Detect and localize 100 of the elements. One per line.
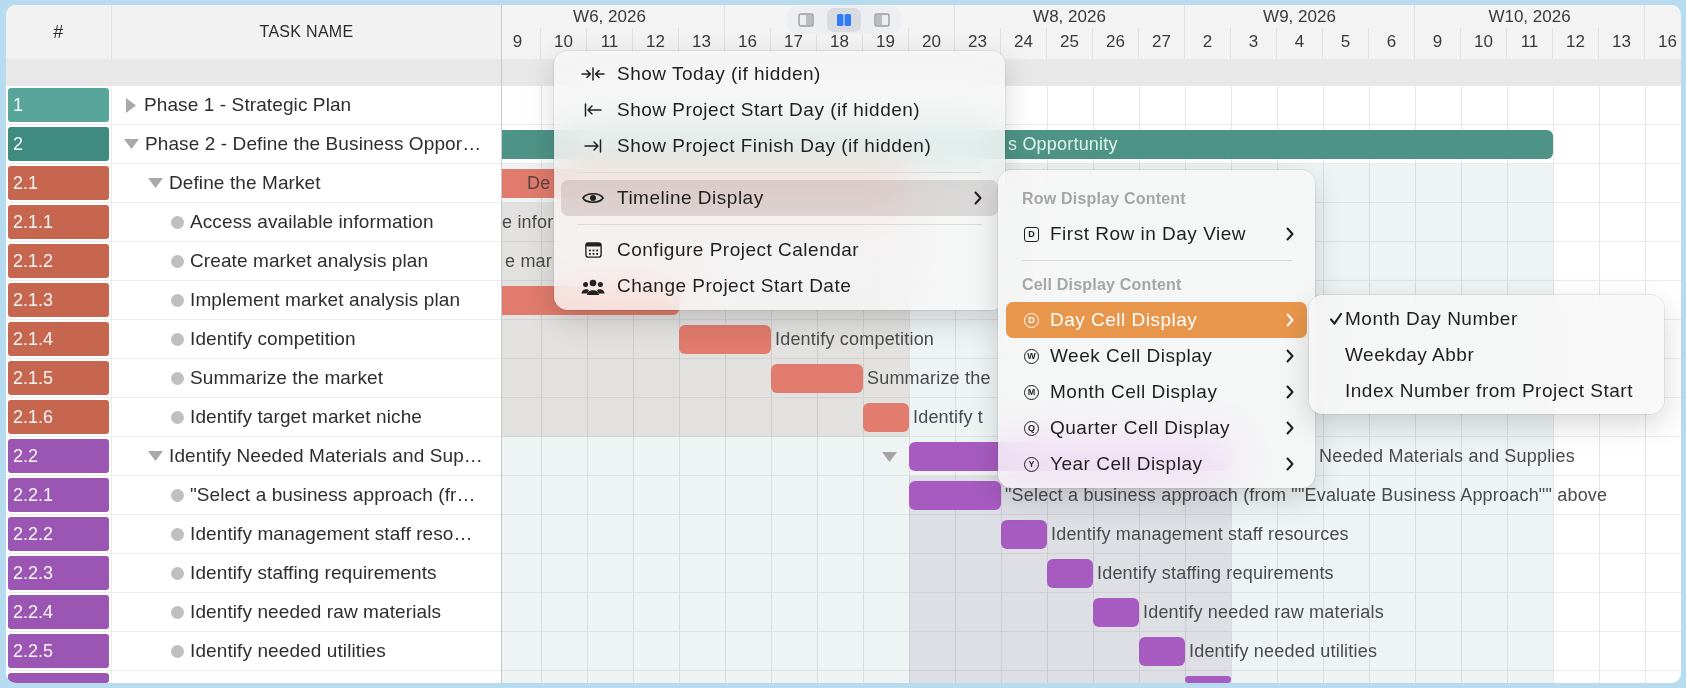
task-name[interactable]: Identify staffing requirements bbox=[190, 562, 437, 584]
menu-item[interactable]: Timeline Display bbox=[561, 180, 998, 216]
task-name[interactable]: Summarize the market bbox=[190, 367, 384, 389]
week-label: W10, 2026 bbox=[1488, 7, 1571, 26]
task-bar-label: Summarize the bbox=[867, 367, 991, 389]
task-number: 2.2 bbox=[8, 439, 109, 473]
chevron-right-icon bbox=[1286, 457, 1294, 471]
task-bar-label: e infor bbox=[502, 211, 554, 233]
task-name[interactable]: Phase 2 - Define the Business Oppor… bbox=[145, 133, 482, 155]
day-label: 24 bbox=[1014, 34, 1033, 50]
bullet-dot-icon bbox=[171, 332, 184, 346]
bullet-dot-icon bbox=[171, 254, 184, 268]
task-bar-label: s Opportunity bbox=[1008, 133, 1118, 155]
disclosure-triangle-icon[interactable] bbox=[882, 452, 897, 462]
menu-item[interactable]: Show Today (if hidden) bbox=[561, 56, 998, 92]
arrow-right-to-bar-icon bbox=[584, 139, 602, 153]
day-label: 13 bbox=[692, 34, 711, 50]
menu-item[interactable]: Change Project Start Date bbox=[561, 268, 998, 304]
bullet-dot-icon bbox=[171, 566, 184, 580]
day-label: 19 bbox=[876, 34, 895, 50]
day-label: 18 bbox=[830, 34, 849, 50]
chevron-right-icon bbox=[1286, 227, 1294, 241]
disclosure-triangle-icon[interactable] bbox=[148, 451, 163, 461]
day-label: 11 bbox=[600, 34, 619, 50]
day-label: 9 bbox=[512, 34, 523, 50]
disclosure-triangle-icon[interactable] bbox=[124, 139, 139, 149]
column-header[interactable]: TASK NAME bbox=[259, 23, 354, 41]
task-bar-label: Identify t bbox=[913, 406, 984, 428]
menu-item[interactable]: D First Row in Day View bbox=[1006, 216, 1307, 252]
task-bar-label: Identify needed utilities bbox=[1189, 640, 1378, 662]
task-number: 2.1.5 bbox=[8, 361, 109, 395]
task-number: 2.2.1 bbox=[8, 478, 109, 512]
task-name[interactable]: Identify needed raw materials bbox=[190, 601, 442, 623]
arrows-to-line-icon bbox=[581, 67, 605, 81]
menu-item[interactable]: W Week Cell Display bbox=[1006, 338, 1307, 374]
menu-item[interactable]: Show Project Start Day (if hidden) bbox=[561, 92, 998, 128]
day-label: 12 bbox=[646, 34, 665, 50]
task-number: 2.1.2 bbox=[8, 244, 109, 278]
task-name[interactable]: Identify needed utilities bbox=[190, 640, 386, 662]
menu-item[interactable]: Index Number from Project Start bbox=[1317, 373, 1656, 409]
task-bar-label: e mar bbox=[505, 250, 552, 272]
menu-item[interactable]: M Month Cell Display bbox=[1006, 374, 1307, 410]
arrow-left-to-bar-icon bbox=[584, 103, 602, 117]
task-name[interactable]: Identify target market niche bbox=[190, 406, 422, 428]
task-name[interactable]: Define the Market bbox=[169, 172, 321, 194]
day-label: 4 bbox=[1294, 34, 1305, 50]
bullet-dot-icon bbox=[171, 605, 184, 619]
menu-item[interactable]: Show Project Finish Day (if hidden) bbox=[561, 128, 998, 164]
bullet-dot-icon bbox=[171, 527, 184, 541]
chevron-right-icon bbox=[1286, 421, 1294, 435]
day-label: 12 bbox=[1566, 34, 1585, 50]
right-half-shaded-panel-icon bbox=[798, 13, 814, 27]
bullet-dot-icon bbox=[171, 293, 184, 307]
column-header[interactable]: # bbox=[53, 21, 64, 43]
day-label: 3 bbox=[1248, 34, 1259, 50]
bullet-dot-icon bbox=[171, 371, 184, 385]
menu-item[interactable]: Q Quarter Cell Display bbox=[1006, 410, 1307, 446]
task-name[interactable]: Access available information bbox=[190, 211, 434, 233]
task-bar-label: Needed Materials and Supplies bbox=[1319, 445, 1575, 467]
disclosure-triangle-icon[interactable] bbox=[148, 178, 163, 188]
left-half-shaded-panel-icon bbox=[874, 13, 890, 27]
task-number: 2.1.6 bbox=[8, 400, 109, 434]
day-label: 6 bbox=[1386, 34, 1397, 50]
menu-item[interactable]: Weekday Abbr bbox=[1317, 337, 1656, 373]
calendar-icon bbox=[584, 242, 602, 258]
task-number: 2.1.3 bbox=[8, 283, 109, 317]
task-name[interactable]: Implement market analysis plan bbox=[190, 289, 461, 311]
day-label: 10 bbox=[1474, 34, 1493, 50]
day-label: 5 bbox=[1340, 34, 1351, 50]
week-label: W9, 2026 bbox=[1263, 7, 1336, 26]
chevron-right-icon bbox=[1286, 385, 1294, 399]
bullet-dot-icon bbox=[171, 644, 184, 658]
day-label: 10 bbox=[554, 34, 573, 50]
task-number: 2.1 bbox=[8, 166, 109, 200]
people-group-icon bbox=[581, 277, 605, 295]
day-label: 9 bbox=[1432, 34, 1443, 50]
menu-section-header: Row Display Content bbox=[1021, 189, 1187, 209]
task-name[interactable]: Identify Needed Materials and Sup… bbox=[169, 445, 483, 467]
task-name[interactable]: Create market analysis plan bbox=[190, 250, 429, 272]
day-label: 25 bbox=[1060, 34, 1079, 50]
task-bar-label: Identify staffing requirements bbox=[1097, 562, 1334, 584]
view-mode-button[interactable] bbox=[827, 8, 861, 32]
menu-item[interactable]: Y Year Cell Display bbox=[1006, 446, 1307, 482]
task-bar-label: Identify management staff resources bbox=[1051, 523, 1349, 545]
task-number: 2.1.1 bbox=[8, 205, 109, 239]
chevron-right-icon bbox=[1286, 313, 1294, 327]
task-bar-label: De bbox=[527, 172, 551, 194]
bullet-dot-icon bbox=[171, 488, 184, 502]
disclosure-triangle-icon[interactable] bbox=[126, 97, 136, 113]
menu-item[interactable]: Month Day Number bbox=[1317, 301, 1656, 337]
task-name[interactable]: "Select a business approach (fr… bbox=[190, 484, 476, 506]
task-name[interactable]: Identify competition bbox=[190, 328, 356, 350]
menu-item[interactable]: Configure Project Calendar bbox=[561, 232, 998, 268]
day-label: 13 bbox=[1612, 34, 1631, 50]
task-bar-label: Identify competition bbox=[775, 328, 935, 350]
task-name[interactable]: Identify management staff reso… bbox=[190, 523, 473, 545]
day-label: 23 bbox=[968, 34, 987, 50]
task-name[interactable]: Phase 1 - Strategic Plan bbox=[144, 94, 352, 116]
day-label: 2 bbox=[1202, 34, 1213, 50]
task-number: 2 bbox=[8, 127, 109, 161]
